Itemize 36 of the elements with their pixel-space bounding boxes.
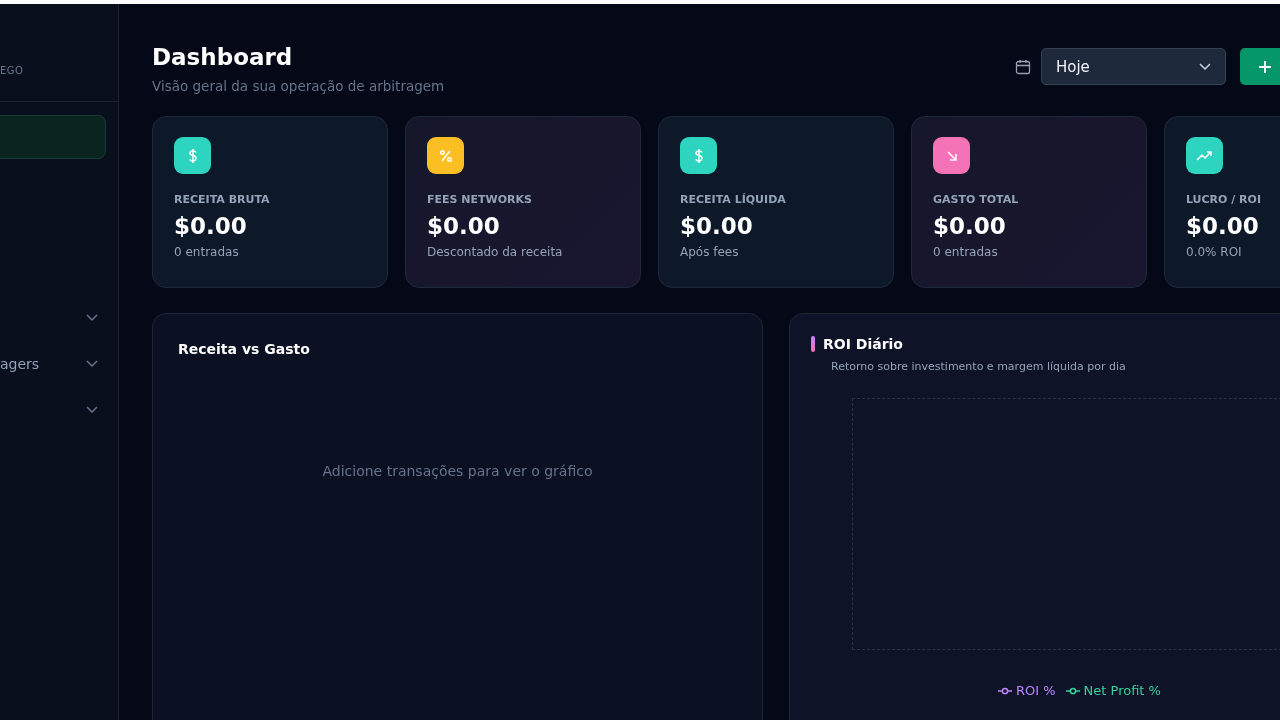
stat-value: $0.00 bbox=[174, 213, 248, 239]
stat-label: FEES NETWORKS bbox=[427, 193, 533, 206]
period-select[interactable]: Hoje bbox=[1041, 48, 1226, 85]
stat-label: GASTO TOTAL bbox=[933, 193, 1020, 206]
empty-message: Adicione transações para ver o gráfico bbox=[322, 463, 593, 479]
legend-item: Net Profit % bbox=[1065, 683, 1161, 698]
chart-title: ROI Diário bbox=[823, 336, 903, 352]
stat-note: Após fees bbox=[680, 245, 740, 259]
stat-note: 0 entradas bbox=[174, 245, 240, 259]
sidebar-section-label: EGO bbox=[0, 65, 24, 76]
stat-note: 0 entradas bbox=[933, 245, 999, 259]
stat-value: $0.00 bbox=[680, 213, 754, 239]
plus-icon bbox=[1258, 59, 1272, 74]
chevron-icon[interactable] bbox=[86, 314, 98, 322]
stat-label: RECEITA LÍQUIDA bbox=[680, 193, 787, 206]
chart-title: Receita vs Gasto bbox=[178, 341, 311, 357]
legend-item: ROI % bbox=[998, 683, 1056, 698]
sidebar-group-label[interactable]: agers bbox=[0, 356, 40, 372]
stat-label: RECEITA BRUTA bbox=[174, 193, 271, 206]
stat-value: $0.00 bbox=[427, 213, 501, 239]
stat-value: $0.00 bbox=[1186, 213, 1260, 239]
page-subtitle: Visão geral da sua operação de arbitragem bbox=[152, 78, 445, 94]
arrow-down-right-icon bbox=[944, 148, 959, 163]
stat-label: LUCRO / ROI bbox=[1186, 193, 1263, 206]
chevron-icon bbox=[1199, 62, 1211, 71]
chart-subtitle: Retorno sobre investimento e margem líquida por dia bbox=[831, 360, 1127, 373]
page-title: Dashboard bbox=[152, 44, 294, 70]
stat-note: Descontado da receita bbox=[427, 245, 564, 259]
stat-value: $0.00 bbox=[933, 213, 1007, 239]
chevron-icon[interactable] bbox=[86, 360, 98, 368]
chevron-icon[interactable] bbox=[86, 406, 98, 414]
percent-icon bbox=[437, 147, 454, 164]
accent-bar bbox=[811, 336, 815, 352]
stat-note: 0.0% ROI bbox=[1186, 245, 1243, 259]
calendar-icon bbox=[1015, 58, 1031, 75]
trend-up-icon bbox=[1195, 148, 1214, 163]
